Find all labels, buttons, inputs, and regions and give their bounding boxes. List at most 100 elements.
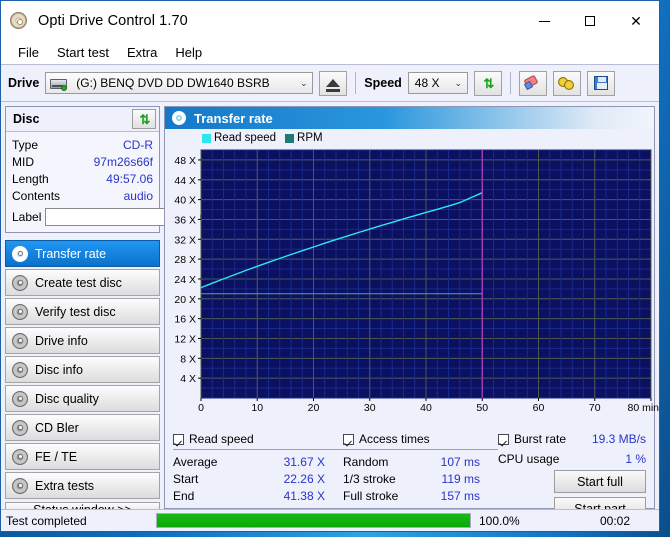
average-value: 31.67 X bbox=[283, 454, 325, 469]
svg-text:48 X: 48 X bbox=[174, 155, 196, 167]
disc-mid-value: 97m26s66f bbox=[93, 154, 153, 169]
menu-start-test[interactable]: Start test bbox=[48, 43, 118, 62]
menu-extra[interactable]: Extra bbox=[118, 43, 166, 62]
disc-info-panel: Disc ⇅ Type CD-R MID 97m26s66f Length 49… bbox=[5, 106, 217, 233]
read-speed-checkbox[interactable] bbox=[173, 433, 184, 445]
minimize-button[interactable] bbox=[521, 1, 567, 41]
cd-disc-icon bbox=[10, 11, 30, 31]
burst-rate-checkbox[interactable] bbox=[498, 433, 509, 445]
sidebar-item-label: Extra tests bbox=[35, 478, 95, 493]
burst-rate-header: Burst rate 19.3 MB/s bbox=[498, 432, 646, 449]
sidebar-item-label: Disc quality bbox=[35, 391, 99, 406]
status-bar: Test completed 100.0% 00:02 bbox=[1, 509, 659, 531]
result-row-full-stroke: Full stroke 157 ms bbox=[343, 487, 498, 504]
results-panel: Read speed Average 31.67 X Start 22.26 X… bbox=[165, 425, 654, 520]
status-message: Test completed bbox=[6, 513, 87, 528]
maximize-icon bbox=[585, 16, 595, 26]
legend-item-rpm: RPM bbox=[285, 132, 323, 144]
sidebar-item-drive-info[interactable]: Drive info bbox=[5, 327, 160, 354]
save-button[interactable] bbox=[586, 70, 615, 96]
disc-row-length: Length 49:57.06 bbox=[12, 170, 153, 187]
disc-type-value: CD-R bbox=[123, 137, 153, 152]
speed-select-value: 48 X bbox=[414, 76, 440, 90]
sidebar-item-disc-info[interactable]: Disc info bbox=[5, 356, 160, 383]
svg-text:30: 30 bbox=[364, 402, 376, 414]
result-row-cpu-usage: CPU usage 1 % bbox=[498, 452, 646, 466]
cpu-usage-label: CPU usage bbox=[498, 452, 560, 466]
speed-label: Speed bbox=[364, 76, 402, 90]
sidebar-item-transfer-rate[interactable]: Transfer rate bbox=[5, 240, 160, 267]
svg-text:16 X: 16 X bbox=[174, 314, 196, 326]
speed-select[interactable]: 48 X ⌄ bbox=[407, 72, 468, 94]
eject-button[interactable] bbox=[319, 70, 348, 96]
sidebar-item-label: CD Bler bbox=[35, 420, 79, 435]
sidebar-item-disc-quality[interactable]: Disc quality bbox=[5, 385, 160, 412]
disc-icon bbox=[12, 390, 28, 407]
menu-bar: File Start test Extra Help bbox=[1, 41, 659, 64]
disc-refresh-button[interactable]: ⇅ bbox=[132, 109, 156, 129]
sidebar-item-fe-te[interactable]: FE / TE bbox=[5, 443, 160, 470]
sidebar-item-extra-tests[interactable]: Extra tests bbox=[5, 472, 160, 499]
start-full-button[interactable]: Start full bbox=[554, 470, 646, 493]
start-value: 22.26 X bbox=[283, 471, 325, 486]
close-button[interactable]: ✕ bbox=[613, 1, 659, 41]
sidebar-item-label: FE / TE bbox=[35, 449, 78, 464]
application-window: Opti Drive Control 1.70 ✕ File Start tes… bbox=[0, 0, 660, 532]
disc-icon bbox=[12, 274, 28, 291]
disc-panel-title: Disc bbox=[13, 112, 40, 126]
svg-text:32 X: 32 X bbox=[174, 234, 196, 246]
cpu-usage-value: 1 % bbox=[625, 452, 646, 466]
sidebar-item-verify-test-disc[interactable]: Verify test disc bbox=[5, 298, 160, 325]
window-title: Opti Drive Control 1.70 bbox=[38, 13, 188, 29]
menu-file[interactable]: File bbox=[9, 43, 48, 62]
chevron-down-icon: ⌄ bbox=[300, 77, 308, 88]
minimize-icon bbox=[538, 20, 550, 22]
sidebar-item-cd-bler[interactable]: CD Bler bbox=[5, 414, 160, 441]
svg-text:8 X: 8 X bbox=[180, 353, 196, 365]
disc-icon bbox=[172, 111, 186, 125]
result-row-third-stroke: 1/3 stroke 119 ms bbox=[343, 470, 498, 487]
window-controls: ✕ bbox=[521, 1, 659, 41]
chevron-down-icon: ⌄ bbox=[454, 77, 463, 88]
sidebar-item-label: Drive info bbox=[35, 333, 88, 348]
menu-help[interactable]: Help bbox=[166, 43, 211, 62]
result-row-start: Start 22.26 X bbox=[173, 470, 343, 487]
maximize-button[interactable] bbox=[567, 1, 613, 41]
disc-contents-value: audio bbox=[123, 188, 153, 203]
disc-row-type: Type CD-R bbox=[12, 136, 153, 153]
floppy-disk-icon bbox=[593, 76, 608, 90]
disc-contents-label: Contents bbox=[12, 188, 61, 203]
full-stroke-label: Full stroke bbox=[343, 488, 399, 503]
disc-panel-header: Disc ⇅ bbox=[6, 107, 159, 132]
start-label: Start bbox=[173, 471, 199, 486]
resize-grip[interactable] bbox=[644, 515, 656, 527]
burst-rate-value: 19.3 MB/s bbox=[591, 432, 646, 446]
legend-label: Read speed bbox=[214, 132, 277, 144]
sidebar-item-create-test-disc[interactable]: Create test disc bbox=[5, 269, 160, 296]
main-content: Disc ⇅ Type CD-R MID 97m26s66f Length 49… bbox=[1, 102, 659, 520]
disc-icon bbox=[12, 361, 28, 378]
test-navigation-list: Transfer rate Create test disc Verify te… bbox=[5, 240, 160, 499]
svg-text:50: 50 bbox=[476, 402, 488, 414]
read-speed-header: Read speed bbox=[173, 432, 343, 450]
optical-drive-icon bbox=[50, 76, 68, 91]
refresh-icon: ⇅ bbox=[483, 75, 494, 91]
access-times-checkbox[interactable] bbox=[343, 433, 354, 445]
gears-icon bbox=[558, 76, 575, 91]
result-row-random: Random 107 ms bbox=[343, 453, 498, 470]
chart-legend: Read speed RPM bbox=[165, 129, 654, 146]
disc-icon bbox=[12, 245, 28, 262]
disc-label-row: Label bbox=[12, 206, 217, 227]
average-label: Average bbox=[173, 454, 218, 469]
svg-text:12 X: 12 X bbox=[174, 333, 196, 345]
disc-row-mid: MID 97m26s66f bbox=[12, 153, 153, 170]
svg-text:80 min: 80 min bbox=[627, 402, 659, 414]
result-row-end: End 41.38 X bbox=[173, 487, 343, 504]
disc-length-value: 49:57.06 bbox=[106, 171, 153, 186]
refresh-button[interactable]: ⇅ bbox=[473, 70, 502, 96]
drive-select[interactable]: (G:) BENQ DVD DD DW1640 BSRB ⌄ bbox=[45, 72, 314, 94]
erase-button[interactable] bbox=[518, 70, 547, 96]
chart-panel-title: Transfer rate bbox=[194, 110, 273, 126]
refresh-icon: ⇅ bbox=[139, 111, 151, 127]
tools-button[interactable] bbox=[552, 70, 581, 96]
